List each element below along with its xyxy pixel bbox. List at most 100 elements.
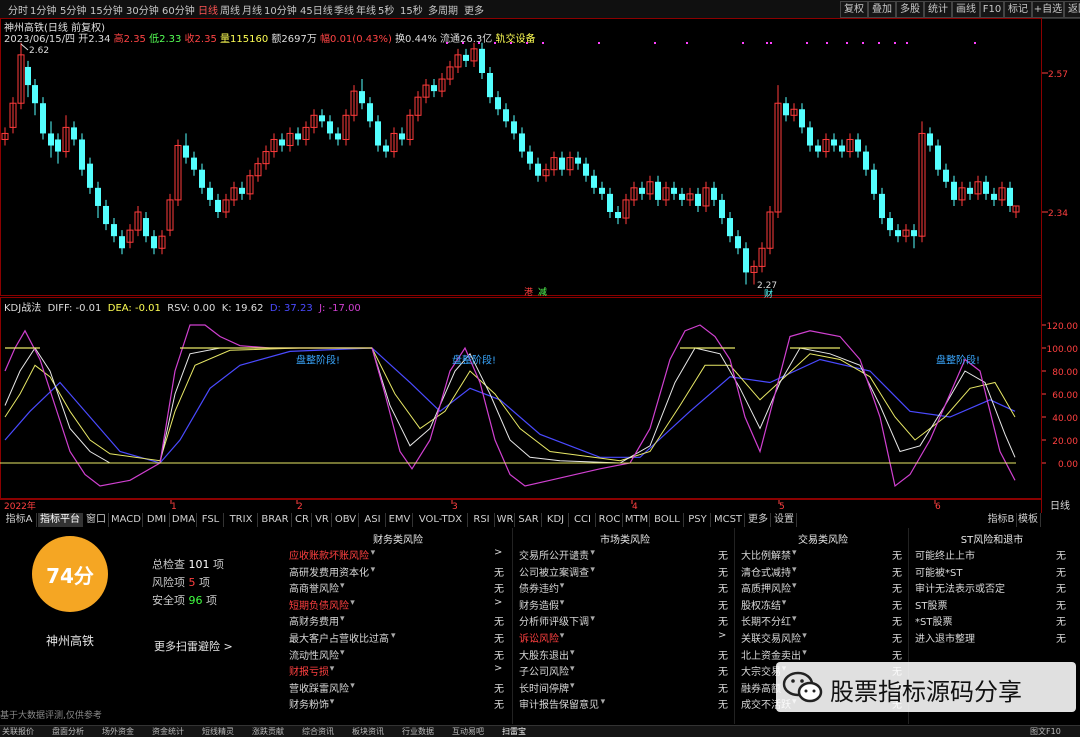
risk-item-value[interactable]: > — [494, 597, 502, 608]
tool-button-5[interactable]: F10 — [980, 1, 1004, 18]
indicator-tab-2[interactable]: 窗口 — [84, 513, 109, 527]
indicator-tab-7[interactable]: TRIX — [225, 513, 258, 527]
period-12[interactable]: 年线 — [356, 2, 376, 17]
risk-item-label[interactable]: 流动性风险 — [289, 647, 339, 662]
bottom-tab-7[interactable]: 板块资讯 — [352, 726, 384, 737]
risk-item-value[interactable]: > — [494, 547, 502, 558]
risk-item-label[interactable]: 进入退市整理 — [915, 630, 975, 645]
period-9[interactable]: 10分钟 — [264, 2, 297, 17]
bottom-tab-3[interactable]: 资金统计 — [152, 726, 184, 737]
bottom-tab-10[interactable]: 扫雷宝 — [502, 726, 526, 737]
indicator-tab-5[interactable]: DMA — [171, 513, 197, 527]
risk-item-label[interactable]: 关联交易风险 — [741, 630, 801, 645]
risk-item-label[interactable]: 大比例解禁 — [741, 547, 791, 562]
period-2[interactable]: 5分钟 — [60, 2, 86, 17]
indicator-tab-13[interactable]: EMV — [387, 513, 413, 527]
indicator-tab-25[interactable]: 更多 — [746, 513, 771, 527]
indicator-tab-18[interactable]: KDJ — [543, 513, 569, 527]
risk-item-value[interactable]: > — [494, 663, 502, 674]
risk-item-label[interactable]: 北上资金卖出 — [741, 647, 801, 662]
risk-item-label[interactable]: *ST股票 — [915, 613, 952, 628]
indicator-tab-14[interactable]: VOL-TDX — [414, 513, 468, 527]
indicator-tab-9[interactable]: CR — [293, 513, 312, 527]
right-tab-0[interactable]: 指标B — [986, 513, 1017, 527]
period-16[interactable]: 更多 — [464, 2, 484, 17]
risk-item-label[interactable]: 清仓式减持 — [741, 564, 791, 579]
risk-item-label[interactable]: ST股票 — [915, 597, 947, 612]
kline-chart-area[interactable]: 2.572.342.622.27财港 减120.00100.0080.0060.0… — [0, 18, 1080, 513]
period-8[interactable]: 月线 — [242, 2, 262, 17]
risk-item-label[interactable]: 大股东退出 — [519, 647, 569, 662]
indicator-tab-21[interactable]: MTM — [624, 513, 650, 527]
risk-item-label[interactable]: 交易所公开谴责 — [519, 547, 589, 562]
period-10[interactable]: 45日线 — [300, 2, 333, 17]
risk-item-value[interactable]: > — [718, 630, 726, 641]
indicator-tab-4[interactable]: DMI — [144, 513, 170, 527]
indicator-tab-23[interactable]: PSY — [685, 513, 711, 527]
risk-item-label[interactable]: 财务粉饰 — [289, 696, 329, 711]
bottom-tab-4[interactable]: 短线精灵 — [202, 726, 234, 737]
risk-item-label[interactable]: 高财务费用 — [289, 613, 339, 628]
indicator-tab-8[interactable]: BRAR — [259, 513, 292, 527]
risk-item-label[interactable]: 子公司风险 — [519, 663, 569, 678]
risk-item-label[interactable]: 审计报告保留意见 — [519, 696, 599, 711]
risk-item-label[interactable]: 应收账款坏账风险 — [289, 547, 369, 562]
tool-button-1[interactable]: 叠加 — [868, 1, 896, 18]
risk-item-label[interactable]: 股权冻结 — [741, 597, 781, 612]
more-scan-link[interactable]: 更多扫雷避险 > — [154, 638, 233, 654]
indicator-tab-6[interactable]: FSL — [198, 513, 224, 527]
risk-item-label[interactable]: 高质押风险 — [741, 580, 791, 595]
risk-item-label[interactable]: 财务造假 — [519, 597, 559, 612]
tool-button-7[interactable]: +自选 — [1032, 1, 1064, 18]
period-13[interactable]: 5秒 — [378, 2, 394, 17]
risk-item-label[interactable]: 最大客户占营收比过高 — [289, 630, 389, 645]
risk-item-label[interactable]: 债券违约 — [519, 580, 559, 595]
indicator-tab-15[interactable]: RSI — [469, 513, 495, 527]
bottom-tab-2[interactable]: 场外资金 — [102, 726, 134, 737]
risk-item-label[interactable]: 大宗交易 — [741, 663, 781, 678]
indicator-tab-26[interactable]: 设置 — [772, 513, 797, 527]
tool-button-6[interactable]: 标记 — [1004, 1, 1032, 18]
indicator-tab-24[interactable]: MCST — [712, 513, 745, 527]
period-14[interactable]: 15秒 — [400, 2, 423, 17]
risk-item-label[interactable]: 高商誉风险 — [289, 580, 339, 595]
risk-item-label[interactable]: 长时间停牌 — [519, 680, 569, 695]
bottom-tab-6[interactable]: 综合资讯 — [302, 726, 334, 737]
bottom-tab-9[interactable]: 互动易吧 — [452, 726, 484, 737]
period-0[interactable]: 分时 — [8, 2, 28, 17]
tool-button-0[interactable]: 复权 — [840, 1, 868, 18]
tool-button-4[interactable]: 画线 — [952, 1, 980, 18]
indicator-tab-19[interactable]: CCI — [570, 513, 596, 527]
indicator-tab-0[interactable]: 指标A — [2, 513, 37, 527]
bottom-tab-0[interactable]: 关联报价 — [2, 726, 34, 737]
indicator-tab-22[interactable]: BOLL — [651, 513, 684, 527]
risk-item-label[interactable]: 可能被*ST — [915, 564, 962, 579]
period-4[interactable]: 30分钟 — [126, 2, 159, 17]
bottom-tab-1[interactable]: 盘面分析 — [52, 726, 84, 737]
indicator-tab-16[interactable]: WR — [496, 513, 515, 527]
indicator-tab-1[interactable]: 指标平台 — [38, 513, 83, 527]
indicator-tab-12[interactable]: ASI — [360, 513, 386, 527]
indicator-tab-10[interactable]: VR — [313, 513, 332, 527]
risk-item-label[interactable]: 融券高额 — [741, 680, 781, 695]
indicator-tab-3[interactable]: MACD — [110, 513, 143, 527]
tool-button-8[interactable]: 返回 — [1064, 1, 1080, 18]
bottom-right-label[interactable]: 图文F10 — [1030, 726, 1061, 737]
tool-button-2[interactable]: 多股 — [896, 1, 924, 18]
period-6[interactable]: 日线 — [198, 2, 218, 17]
bottom-tab-5[interactable]: 涨跌贡献 — [252, 726, 284, 737]
period-11[interactable]: 季线 — [334, 2, 354, 17]
tool-button-3[interactable]: 统计 — [924, 1, 952, 18]
period-7[interactable]: 周线 — [220, 2, 240, 17]
risk-item-label[interactable]: 诉讼风险 — [519, 630, 559, 645]
right-tab-1[interactable]: 模板 — [1016, 513, 1041, 527]
bottom-tab-8[interactable]: 行业数据 — [402, 726, 434, 737]
indicator-tab-11[interactable]: OBV — [333, 513, 359, 527]
risk-item-label[interactable]: 高研发费用资本化 — [289, 564, 369, 579]
risk-item-label[interactable]: 营收踩雷风险 — [289, 680, 349, 695]
risk-item-label[interactable]: 公司被立案调查 — [519, 564, 589, 579]
period-15[interactable]: 多周期 — [428, 2, 458, 17]
period-5[interactable]: 60分钟 — [162, 2, 195, 17]
period-1[interactable]: 1分钟 — [30, 2, 56, 17]
period-3[interactable]: 15分钟 — [90, 2, 123, 17]
